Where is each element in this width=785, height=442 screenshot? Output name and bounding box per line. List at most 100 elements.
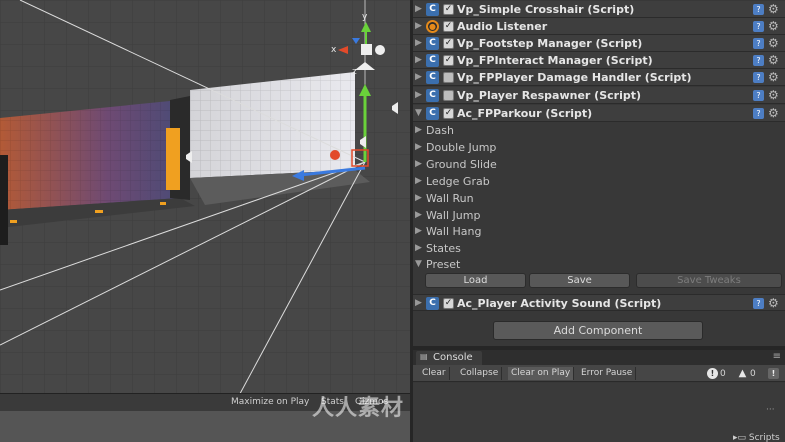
component-enabled-checkbox[interactable]: ✓ xyxy=(443,38,454,49)
component-enabled-checkbox[interactable]: ✓ xyxy=(443,298,454,309)
foldout-label: Ledge Grab xyxy=(426,175,490,188)
script-icon: C xyxy=(426,297,439,310)
error-pause-toggle[interactable]: Error Pause xyxy=(578,367,637,380)
component-enabled-checkbox[interactable]: ✓ xyxy=(443,4,454,15)
foldout-states[interactable]: ▶ States xyxy=(413,240,785,257)
console-icon: ▤ xyxy=(420,352,428,361)
foldout-arrow-icon[interactable]: ▶ xyxy=(415,159,422,169)
foldout-arrow-icon[interactable]: ▶ xyxy=(415,226,422,236)
component-enabled-checkbox[interactable]: ✓ xyxy=(443,21,454,32)
component-enabled-checkbox[interactable]: ✓ xyxy=(443,72,454,83)
script-icon: C xyxy=(426,71,439,84)
gear-icon[interactable]: ⚙ xyxy=(768,88,779,102)
component-title: Ac_Player Activity Sound (Script) xyxy=(457,297,662,310)
foldout-arrow-icon[interactable]: ▶ xyxy=(415,125,422,135)
maximize-on-play-toggle[interactable]: Maximize on Play xyxy=(231,397,309,407)
gizmo-y-label: y xyxy=(362,12,368,22)
help-icon[interactable]: ? xyxy=(753,55,764,66)
gear-icon[interactable]: ⚙ xyxy=(768,53,779,67)
help-icon[interactable]: ? xyxy=(753,298,764,309)
foldout-arrow-icon[interactable]: ▶ xyxy=(415,176,422,186)
foldout-wall-run[interactable]: ▶ Wall Run xyxy=(413,190,785,207)
collapse-toggle[interactable]: Collapse xyxy=(457,367,503,380)
foldout-arrow-icon[interactable]: ▶ xyxy=(415,55,422,65)
save-preset-button[interactable]: Save xyxy=(529,273,630,288)
foldout-label: Ground Slide xyxy=(426,158,497,171)
gear-icon[interactable]: ⚙ xyxy=(768,36,779,50)
foldout-label: States xyxy=(426,242,461,255)
component-header[interactable]: ▶ C ✓ Vp_Footstep Manager (Script) ? ⚙ xyxy=(413,35,785,52)
load-preset-button[interactable]: Load xyxy=(425,273,526,288)
foldout-arrow-icon[interactable]: ▶ xyxy=(415,243,422,253)
panel-menu-icon[interactable]: ≡ xyxy=(773,351,781,362)
gear-icon[interactable]: ⚙ xyxy=(768,296,779,310)
help-icon[interactable]: ? xyxy=(753,4,764,15)
gear-icon[interactable]: ⚙ xyxy=(768,2,779,16)
scene-view[interactable]: Maximize on Play Stats Gizmos y x z xyxy=(0,0,410,442)
component-enabled-checkbox[interactable]: ✓ xyxy=(443,55,454,66)
gear-icon[interactable]: ⚙ xyxy=(768,70,779,84)
script-icon: C xyxy=(426,37,439,50)
foldout-preset[interactable]: ▼ Preset xyxy=(413,256,785,273)
foldout-expanded-arrow-icon[interactable]: ▼ xyxy=(415,108,422,118)
foldout-label: Double Jump xyxy=(426,141,497,154)
save-tweaks-button[interactable]: Save Tweaks xyxy=(636,273,782,288)
tab-console[interactable]: ▤ Console xyxy=(416,351,482,365)
component-header[interactable]: ▶ C ✓ Vp_Simple Crosshair (Script) ? ⚙ xyxy=(413,1,785,18)
component-header[interactable]: ▼ C ✓ Ac_FPParkour (Script) ? ⚙ xyxy=(413,105,785,122)
help-icon[interactable]: ? xyxy=(753,38,764,49)
foldout-label: Wall Run xyxy=(426,192,474,205)
foldout-label: Wall Jump xyxy=(426,209,481,222)
foldout-dash[interactable]: ▶ Dash xyxy=(413,122,785,139)
component-title: Vp_FPPlayer Damage Handler (Script) xyxy=(457,71,692,84)
add-component-button[interactable]: Add Component xyxy=(493,321,703,340)
clear-on-play-toggle[interactable]: Clear on Play xyxy=(508,367,575,380)
console-tab-bar: ▤ Console ≡ xyxy=(413,350,785,365)
foldout-wall-jump[interactable]: ▶ Wall Jump xyxy=(413,207,785,224)
help-icon[interactable]: ? xyxy=(753,90,764,101)
component-header[interactable]: ▶ C ✓ Vp_FPPlayer Damage Handler (Script… xyxy=(413,69,785,86)
foldout-arrow-icon[interactable]: ▶ xyxy=(415,193,422,203)
folder-label: Scripts xyxy=(748,433,780,442)
component-header[interactable]: ▶ C ✓ Ac_Player Activity Sound (Script) … xyxy=(413,294,785,311)
component-header[interactable]: ▶ C ✓ Vp_FPInteract Manager (Script) ? ⚙ xyxy=(413,52,785,69)
foldout-arrow-icon[interactable]: ▶ xyxy=(415,38,422,48)
info-count-toggle[interactable]: ! 0 xyxy=(707,368,726,380)
foldout-arrow-icon[interactable]: ▶ xyxy=(415,72,422,82)
foldout-arrow-icon[interactable]: ▶ xyxy=(415,21,422,31)
component-title: Vp_FPInteract Manager (Script) xyxy=(457,54,653,67)
clear-button[interactable]: Clear xyxy=(419,367,450,380)
more-icon[interactable]: ··· xyxy=(766,405,775,415)
foldout-arrow-icon[interactable]: ▶ xyxy=(415,90,422,100)
foldout-ledge-grab[interactable]: ▶ Ledge Grab xyxy=(413,173,785,190)
foldout-expanded-arrow-icon[interactable]: ▼ xyxy=(415,259,422,269)
console-toolbar: Clear Collapse Clear on Play Error Pause… xyxy=(413,365,785,382)
project-folder-item[interactable]: ▸▭ Scripts xyxy=(733,433,780,442)
foldout-arrow-icon[interactable]: ▶ xyxy=(415,210,422,220)
warning-count-toggle[interactable]: ▲ 0 xyxy=(737,368,756,380)
gear-icon[interactable]: ⚙ xyxy=(768,106,779,120)
info-icon: ! xyxy=(707,368,718,379)
component-title: Vp_Player Respawner (Script) xyxy=(457,89,641,102)
component-enabled-checkbox[interactable]: ✓ xyxy=(443,90,454,101)
component-header[interactable]: ▶ ● ✓ Audio Listener ? ⚙ xyxy=(413,18,785,35)
error-count-toggle[interactable]: ! xyxy=(768,368,781,380)
foldout-label: Dash xyxy=(426,124,454,137)
audio-listener-icon: ● xyxy=(426,20,439,33)
gear-icon[interactable]: ⚙ xyxy=(768,19,779,33)
gizmo-z-label: z xyxy=(352,67,357,77)
help-icon[interactable]: ? xyxy=(753,72,764,83)
component-title: Audio Listener xyxy=(457,20,548,33)
help-icon[interactable]: ? xyxy=(753,21,764,32)
foldout-double-jump[interactable]: ▶ Double Jump xyxy=(413,139,785,156)
watermark: 人人素材 xyxy=(312,396,405,421)
foldout-ground-slide[interactable]: ▶ Ground Slide xyxy=(413,156,785,173)
foldout-wall-hang[interactable]: ▶ Wall Hang xyxy=(413,223,785,240)
component-header[interactable]: ▶ C ✓ Vp_Player Respawner (Script) ? ⚙ xyxy=(413,87,785,104)
foldout-arrow-icon[interactable]: ▶ xyxy=(415,142,422,152)
help-icon[interactable]: ? xyxy=(753,108,764,119)
component-enabled-checkbox[interactable]: ✓ xyxy=(443,108,454,119)
console-log-area[interactable]: ··· ▸▭ Scripts xyxy=(413,383,785,442)
foldout-arrow-icon[interactable]: ▶ xyxy=(415,4,422,14)
foldout-arrow-icon[interactable]: ▶ xyxy=(415,298,422,308)
